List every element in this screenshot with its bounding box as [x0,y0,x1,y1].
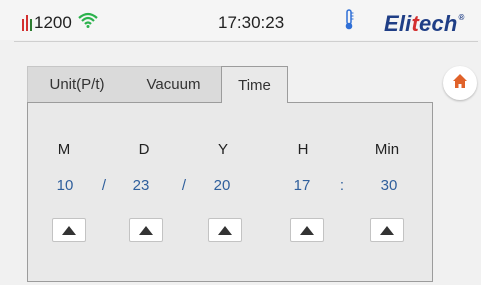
home-icon [452,73,468,94]
day-value[interactable]: 23 [121,177,161,194]
month-value[interactable]: 10 [45,177,85,194]
tab-time[interactable]: Time [221,66,288,103]
triangle-up-icon [300,225,314,235]
year-value[interactable]: 20 [202,177,242,194]
thermometer-icon [344,9,354,36]
year-up-button[interactable] [208,218,242,242]
logo-text-2: ech [419,11,458,36]
status-divider [14,41,478,42]
year-label: Y [217,141,228,158]
month-up-button[interactable] [52,218,86,242]
triangle-up-icon [380,225,394,235]
date-separator: / [101,177,107,194]
wifi-icon [78,12,98,33]
logo-text-accent: t [411,11,420,36]
status-bar: 1200 17:30:23 Elitech ® [0,0,481,40]
brand-logo: Elitech ® [384,11,464,37]
triangle-up-icon [62,225,76,235]
tab-vacuum[interactable]: Vacuum [126,66,221,102]
logo-text-1: Eli [384,11,412,36]
status-left: 1200 [22,12,98,33]
hour-label: H [297,141,309,158]
day-up-button[interactable] [129,218,163,242]
date-separator: / [181,177,187,194]
status-clock: 17:30:23 [218,13,285,32]
status-value: 1200 [34,12,72,32]
day-label: D [138,141,150,158]
triangle-up-icon [139,225,153,235]
tab-unit-pt[interactable]: Unit(P/t) [27,66,126,102]
signal-bars-icon [22,14,32,31]
hour-value[interactable]: 17 [282,177,322,194]
hour-up-button[interactable] [290,218,324,242]
minute-up-button[interactable] [370,218,404,242]
triangle-up-icon [218,225,232,235]
time-separator: : [339,177,345,194]
minute-label: Min [374,141,400,158]
home-button[interactable] [443,66,477,100]
minute-value[interactable]: 30 [369,177,409,194]
month-label: M [57,141,71,158]
logo-reg-mark: ® [458,13,465,22]
